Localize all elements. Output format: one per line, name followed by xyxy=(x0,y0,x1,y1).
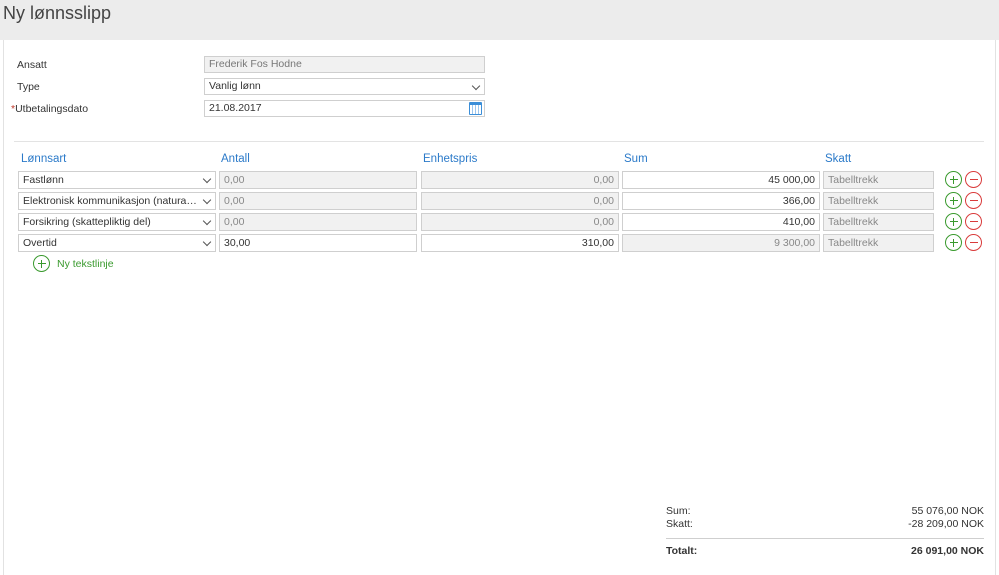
type-select-value: Vanlig lønn xyxy=(209,80,261,92)
row-3-qty-field: 0,00 xyxy=(219,213,417,231)
row-1-add-button[interactable] xyxy=(945,171,962,188)
totals-total-value: 26 091,00 NOK xyxy=(911,545,984,557)
row-2-remove-button[interactable] xyxy=(965,192,982,209)
row-4-type-value: Overtid xyxy=(23,237,57,249)
chevron-down-icon xyxy=(202,216,212,226)
page-header: Ny lønnsslipp xyxy=(0,0,999,40)
row-4-qty-field[interactable]: 30,00 xyxy=(219,234,417,252)
totals-sum-row: Sum: 55 076,00 NOK xyxy=(666,505,984,518)
row-4-type-select[interactable]: Overtid xyxy=(18,234,216,252)
row-1-type-value: Fastlønn xyxy=(23,174,64,186)
col-header-unit-price: Enhetspris xyxy=(423,153,478,165)
row-3-unit-price-field: 0,00 xyxy=(421,213,619,231)
row-1-tax-field: Tabelltrekk xyxy=(823,171,934,189)
calendar-icon[interactable] xyxy=(469,102,482,115)
row-3-remove-button[interactable] xyxy=(965,213,982,230)
employee-label: Ansatt xyxy=(17,59,47,71)
type-select[interactable]: Vanlig lønn xyxy=(204,78,485,95)
new-text-line-label: Ny tekstlinje xyxy=(57,258,114,270)
page-title: Ny lønnsslipp xyxy=(3,3,112,23)
col-header-qty: Antall xyxy=(221,153,250,165)
col-header-sum: Sum xyxy=(624,153,648,165)
col-header-tax: Skatt xyxy=(825,153,852,165)
divider xyxy=(14,141,984,142)
totals-sum-label: Sum: xyxy=(666,505,691,517)
row-4-add-button[interactable] xyxy=(945,234,962,251)
row-3-add-button[interactable] xyxy=(945,213,962,230)
type-label: Type xyxy=(17,81,40,93)
row-4-unit-price-field[interactable]: 310,00 xyxy=(421,234,619,252)
row-3-tax-field: Tabelltrekk xyxy=(823,213,934,231)
totals-total-row: Totalt: 26 091,00 NOK xyxy=(666,545,984,558)
row-2-tax-field: Tabelltrekk xyxy=(823,192,934,210)
date-label: *Utbetalingsdato xyxy=(11,103,88,115)
date-label-text: Utbetalingsdato xyxy=(15,103,89,115)
row-4-remove-button[interactable] xyxy=(965,234,982,251)
totals-tax-row: Skatt: -28 209,00 NOK xyxy=(666,518,984,531)
row-1-remove-button[interactable] xyxy=(965,171,982,188)
totals-tax-value: -28 209,00 NOK xyxy=(908,518,984,530)
row-3-sum-field[interactable]: 410,00 xyxy=(622,213,820,231)
row-2-type-value: Elektronisk kommunikasjon (naturalytelse… xyxy=(23,195,216,207)
row-3-type-value: Forsikring (skattepliktig del) xyxy=(23,216,151,228)
date-input[interactable]: 21.08.2017 xyxy=(204,100,485,117)
chevron-down-icon xyxy=(202,237,212,247)
row-1-qty-field: 0,00 xyxy=(219,171,417,189)
totals-summary: Sum: 55 076,00 NOK Skatt: -28 209,00 NOK… xyxy=(666,505,984,558)
employee-field: Frederik Fos Hodne xyxy=(204,56,485,73)
row-3-type-select[interactable]: Forsikring (skattepliktig del) xyxy=(18,213,216,231)
row-1-sum-field[interactable]: 45 000,00 xyxy=(622,171,820,189)
date-value: 21.08.2017 xyxy=(209,102,262,114)
row-2-unit-price-field: 0,00 xyxy=(421,192,619,210)
row-2-qty-field: 0,00 xyxy=(219,192,417,210)
row-2-type-select[interactable]: Elektronisk kommunikasjon (naturalytelse… xyxy=(18,192,216,210)
row-1-unit-price-field: 0,00 xyxy=(421,171,619,189)
col-header-type: Lønnsart xyxy=(21,153,67,165)
row-1-type-select[interactable]: Fastlønn xyxy=(18,171,216,189)
row-4-tax-field: Tabelltrekk xyxy=(823,234,934,252)
totals-divider xyxy=(666,538,984,539)
row-4-sum-field: 9 300,00 xyxy=(622,234,820,252)
plus-icon xyxy=(33,255,50,272)
chevron-down-icon xyxy=(471,81,481,91)
chevron-down-icon xyxy=(202,174,212,184)
totals-total-label: Totalt: xyxy=(666,545,698,557)
totals-sum-value: 55 076,00 NOK xyxy=(911,505,984,517)
payslip-card xyxy=(3,40,996,575)
totals-tax-label: Skatt: xyxy=(666,518,693,530)
row-2-add-button[interactable] xyxy=(945,192,962,209)
row-2-sum-field[interactable]: 366,00 xyxy=(622,192,820,210)
